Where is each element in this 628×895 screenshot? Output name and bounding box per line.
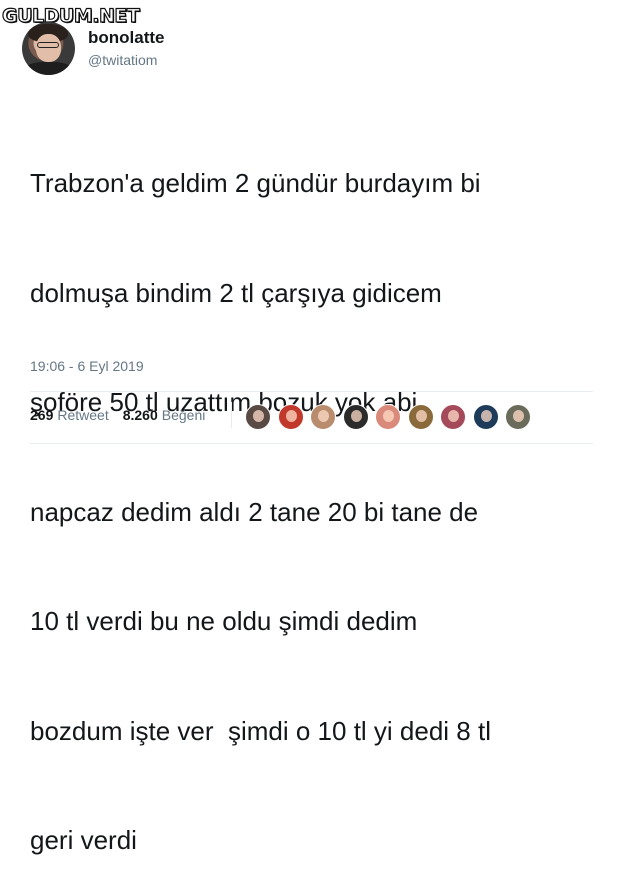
- retweet-label: Retweet: [57, 407, 109, 423]
- liker-avatar[interactable]: [342, 404, 369, 430]
- tweet-timestamp[interactable]: 19:06 - 6 Eyl 2019: [30, 358, 144, 374]
- liker-avatar[interactable]: [440, 404, 466, 430]
- liker-avatar[interactable]: [407, 404, 434, 430]
- avatar-shirt: [24, 61, 73, 75]
- user-handle[interactable]: @twitatiom: [88, 50, 165, 70]
- liker-avatar[interactable]: [245, 404, 271, 430]
- like-count: 8.260: [122, 407, 158, 423]
- tweet-line: 10 tl verdi bu ne oldu şimdi dedim: [30, 606, 418, 636]
- display-name[interactable]: bonolatte: [88, 27, 165, 49]
- user-names: bonolatte @twitatiom: [88, 27, 165, 70]
- user-avatar[interactable]: [22, 21, 75, 75]
- like-label: Beğeni: [161, 407, 206, 423]
- tweet-line: napcaz dedim aldı 2 tane 20 bi tane de: [30, 496, 479, 527]
- liker-avatar[interactable]: [375, 404, 401, 430]
- retweet-stat[interactable]: 269 Retweet: [30, 407, 109, 423]
- liker-avatar[interactable]: [310, 404, 336, 430]
- tweet-line: geri verdi: [30, 825, 137, 855]
- tweet-line: bozdum işte ver şimdi o 10 tl yi dedi 8 …: [30, 715, 491, 746]
- tweet-line: Trabzon'a geldim 2 gündür burdayım bi: [30, 168, 481, 198]
- tweet-text: Trabzon'a geldim 2 gündür burdayım bi do…: [30, 92, 610, 895]
- liker-avatar[interactable]: [472, 404, 499, 430]
- liker-avatar[interactable]: [277, 404, 304, 430]
- tweet-line: dolmuşa bindim 2 tl çarşıya gidicem: [30, 277, 442, 308]
- stats-separator: [231, 402, 232, 428]
- divider: [30, 391, 593, 392]
- like-stat[interactable]: 8.260 Beğeni: [123, 407, 206, 423]
- divider: [30, 443, 593, 444]
- tweet-stats: 269 Retweet 8.260 Beğeni: [30, 407, 205, 423]
- retweet-count: 269: [30, 407, 54, 423]
- likers-avatars: [245, 404, 538, 430]
- liker-avatar[interactable]: [505, 404, 531, 430]
- avatar-glasses: [37, 41, 59, 48]
- avatar-face: [36, 33, 61, 62]
- tweet-header: bonolatte @twitatiom: [22, 21, 165, 75]
